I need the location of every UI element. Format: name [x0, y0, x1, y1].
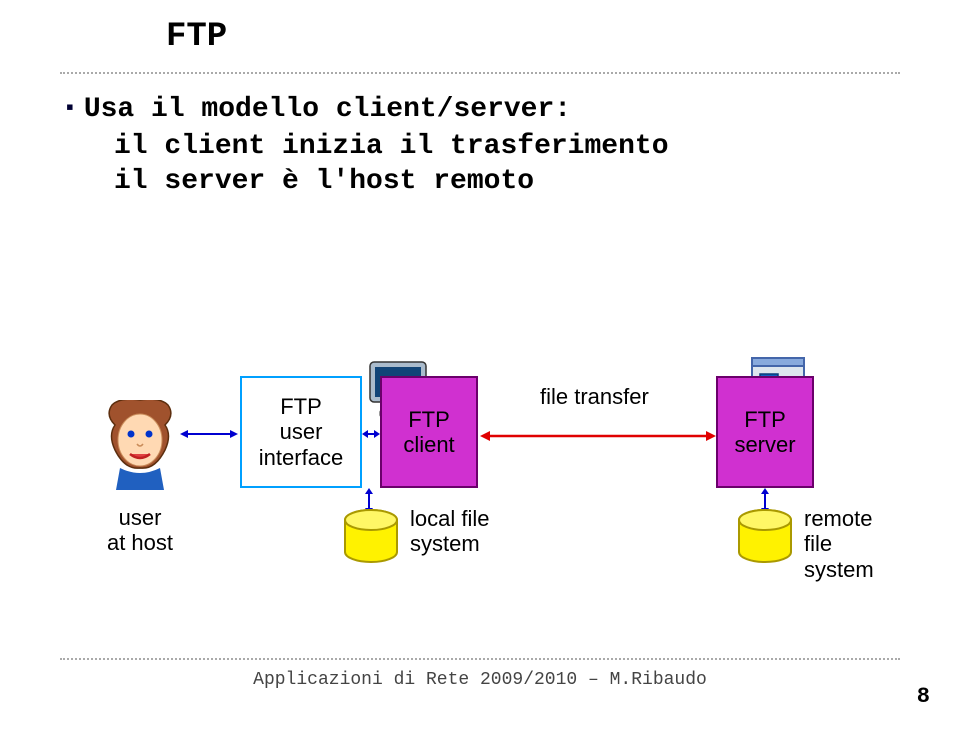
- bullet-main: ▪ Usa il modello client/server:: [66, 92, 669, 127]
- arrow-ui-to-client: [362, 426, 380, 436]
- ftp-server-label: FTP server: [734, 407, 795, 458]
- arrow-user-to-ui: [180, 426, 238, 436]
- ftp-diagram: user at host FTP user interface FTP clie…: [60, 360, 900, 620]
- bullet-marker-icon: ▪: [66, 94, 74, 120]
- ftp-client-box: FTP client: [380, 376, 478, 488]
- ftp-ui-label: FTP user interface: [259, 394, 343, 470]
- arrow-file-transfer: [480, 428, 716, 438]
- divider-top: [60, 72, 900, 74]
- slide-title: FTP: [166, 18, 227, 56]
- ftp-client-label: FTP client: [403, 407, 454, 458]
- user-at-host-label: user at host: [95, 505, 185, 556]
- file-transfer-label: file transfer: [540, 384, 649, 410]
- local-fs-label: local file system: [410, 506, 489, 557]
- ftp-user-interface-box: FTP user interface: [240, 376, 362, 488]
- bullet-list: ▪ Usa il modello client/server: il clien…: [66, 92, 669, 199]
- page-number: 8: [917, 684, 930, 709]
- remote-filesystem-icon: [736, 508, 794, 564]
- user-person-icon: [100, 400, 180, 490]
- bullet-main-text: Usa il modello client/server:: [84, 92, 571, 127]
- local-filesystem-icon: [342, 508, 400, 564]
- remote-fs-label: remote file system: [804, 506, 900, 582]
- footer-text: Applicazioni di Rete 2009/2010 – M.Ribau…: [0, 670, 960, 690]
- bullet-sub2: il server è l'host remoto: [114, 164, 669, 199]
- divider-bottom: [60, 658, 900, 660]
- ftp-server-box: FTP server: [716, 376, 814, 488]
- bullet-sub1: il client inizia il trasferimento: [114, 129, 669, 164]
